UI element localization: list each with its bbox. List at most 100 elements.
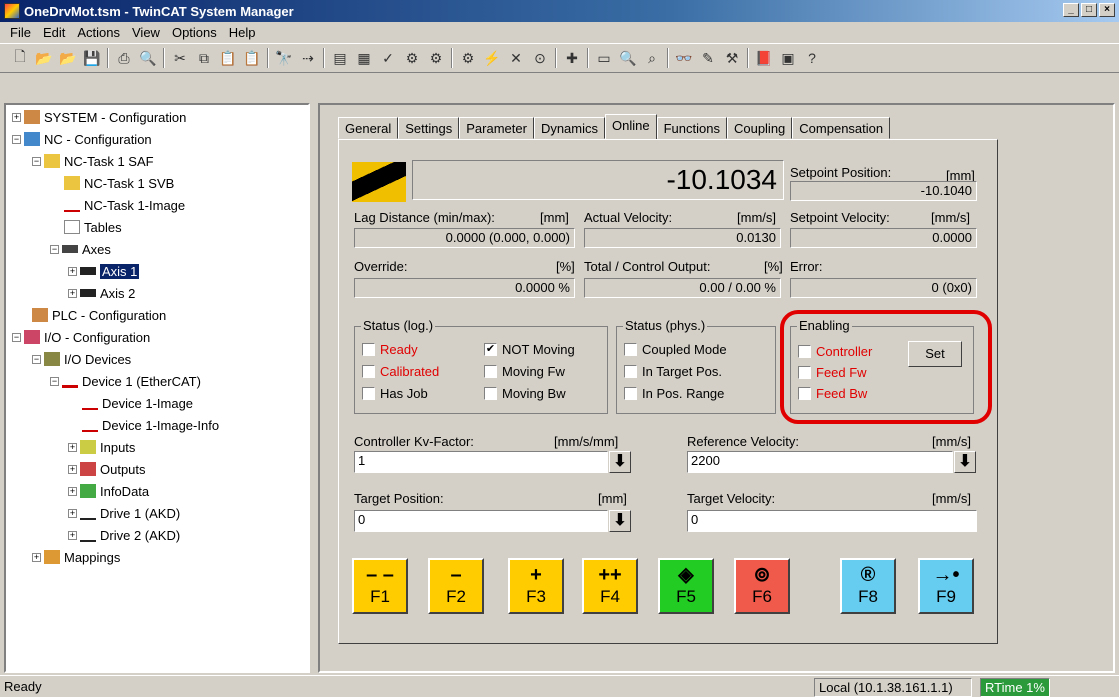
- tab-settings[interactable]: Settings: [398, 117, 460, 139]
- f4-jog-fast-forward-button[interactable]: ++ F4: [582, 558, 638, 614]
- find-next-icon[interactable]: ⇢: [297, 47, 319, 69]
- set-run-mode-icon[interactable]: ⚙: [401, 47, 423, 69]
- activate-configuration-icon[interactable]: ✓: [377, 47, 399, 69]
- cut-icon[interactable]: ✂: [169, 47, 191, 69]
- rtime-indicator: RTime 1%: [980, 678, 1050, 697]
- tree-item-infodata[interactable]: + InfoData: [68, 481, 149, 501]
- maximize-button[interactable]: □: [1081, 3, 1097, 17]
- open-folder-icon[interactable]: 📂: [33, 47, 55, 69]
- ref-velocity-download-icon[interactable]: ⬇: [954, 451, 976, 473]
- target-velocity-input[interactable]: 0: [687, 510, 977, 532]
- error-field: 0 (0x0): [790, 278, 977, 298]
- target-velocity-label: Target Velocity:: [687, 491, 776, 506]
- tab-online[interactable]: Online: [605, 114, 657, 139]
- in-pos-range-checkbox: In Pos. Range: [624, 386, 724, 401]
- tree-item-plc[interactable]: PLC - Configuration: [32, 305, 166, 325]
- menu-actions[interactable]: Actions: [71, 25, 126, 40]
- book-icon[interactable]: 📕: [753, 47, 775, 69]
- tree-item-axes[interactable]: − Axes: [50, 239, 111, 259]
- f3-jog-forward-button[interactable]: + F3: [508, 558, 564, 614]
- set-config-mode-icon[interactable]: ⚙: [425, 47, 447, 69]
- copy-icon[interactable]: ⧉: [193, 47, 215, 69]
- tree-item-nc[interactable]: − NC - Configuration: [12, 129, 152, 149]
- check-configuration-icon[interactable]: ▦: [353, 47, 375, 69]
- new-file-icon[interactable]: 🗋: [9, 47, 31, 69]
- open-remote-icon[interactable]: 📂: [57, 47, 79, 69]
- ref-velocity-input[interactable]: 2200: [687, 451, 953, 473]
- tree-item-drive-1[interactable]: + Drive 1 (AKD): [68, 503, 180, 523]
- f9-reference-button[interactable]: →• F9: [918, 558, 974, 614]
- ethercat-device-icon: [62, 374, 78, 388]
- override-field: 0.0000 %: [354, 278, 575, 298]
- tab-coupling[interactable]: Coupling: [726, 117, 793, 139]
- tree-item-axis-1[interactable]: + Axis 1: [68, 261, 140, 281]
- tree-item-device-1[interactable]: − Device 1 (EtherCAT): [50, 371, 201, 391]
- tree-item-io[interactable]: − I/O - Configuration: [12, 327, 150, 347]
- choose-target-icon[interactable]: ⚙: [457, 47, 479, 69]
- tree-item-axis-2[interactable]: + Axis 2: [68, 283, 135, 303]
- info-icon[interactable]: ▣: [777, 47, 799, 69]
- tree-item-device-1-image-info[interactable]: Device 1-Image-Info: [82, 415, 219, 435]
- tree-item-outputs[interactable]: + Outputs: [68, 459, 146, 479]
- paste-with-links-icon[interactable]: 📋: [241, 47, 263, 69]
- generate-mappings-icon[interactable]: ▤: [329, 47, 351, 69]
- menu-options[interactable]: Options: [166, 25, 223, 40]
- actual-position-display: -10.1034: [412, 160, 784, 200]
- f2-jog-backward-button[interactable]: – F2: [428, 558, 484, 614]
- tree-item-system[interactable]: + SYSTEM - Configuration: [12, 107, 186, 127]
- menu-edit[interactable]: Edit: [37, 25, 71, 40]
- tree-item-inputs[interactable]: + Inputs: [68, 437, 135, 457]
- free-run-icon[interactable]: ✕: [505, 47, 527, 69]
- tag-icon[interactable]: ✎: [697, 47, 719, 69]
- target-position-input[interactable]: 0: [354, 510, 608, 532]
- save-icon[interactable]: 💾: [81, 47, 103, 69]
- target-position-download-icon[interactable]: ⬇: [609, 510, 631, 532]
- help-icon[interactable]: ?: [801, 47, 823, 69]
- menu-view[interactable]: View: [126, 25, 166, 40]
- f5-start-button[interactable]: ◈ F5: [658, 558, 714, 614]
- tree-item-nc-task-svb[interactable]: NC-Task 1 SVB: [64, 173, 174, 193]
- axis-status-indicator: [352, 162, 406, 202]
- target-position-unit: [mm]: [598, 491, 627, 506]
- tree-item-nc-task-image[interactable]: NC-Task 1-Image: [64, 195, 185, 215]
- tree-item-nc-task-saf[interactable]: − NC-Task 1 SAF: [32, 151, 154, 171]
- zoom-icon[interactable]: 🔍: [617, 47, 639, 69]
- actual-velocity-field: 0.0130: [584, 228, 781, 248]
- f1-jog-fast-backward-button[interactable]: – – F1: [352, 558, 408, 614]
- add-item-icon[interactable]: ✚: [561, 47, 583, 69]
- f8-reset-button[interactable]: ® F8: [840, 558, 896, 614]
- close-button[interactable]: ×: [1099, 3, 1115, 17]
- tree-item-drive-2[interactable]: + Drive 2 (AKD): [68, 525, 180, 545]
- tree-item-mappings[interactable]: + Mappings: [32, 547, 120, 567]
- total-output-unit: [%]: [764, 259, 783, 274]
- f6-stop-button[interactable]: ⊚ F6: [734, 558, 790, 614]
- setpoint-velocity-label: Setpoint Velocity:: [790, 210, 890, 225]
- total-output-label: Total / Control Output:: [584, 259, 711, 274]
- menu-help[interactable]: Help: [223, 25, 262, 40]
- tab-compensation[interactable]: Compensation: [792, 117, 891, 139]
- menu-file[interactable]: File: [4, 25, 37, 40]
- glasses-icon[interactable]: 👓: [673, 47, 695, 69]
- find-icon[interactable]: 🔭: [273, 47, 295, 69]
- scan-devices-icon[interactable]: ⚡: [481, 47, 503, 69]
- show-online-data-icon[interactable]: ▭: [593, 47, 615, 69]
- tab-strip: General Settings Parameter Dynamics Onli…: [338, 114, 891, 139]
- tree-item-tables[interactable]: Tables: [64, 217, 122, 237]
- tab-general[interactable]: General: [338, 117, 399, 139]
- minimize-button[interactable]: _: [1063, 3, 1079, 17]
- tab-parameter[interactable]: Parameter: [459, 117, 534, 139]
- tree-item-io-devices[interactable]: − I/O Devices: [32, 349, 131, 369]
- force-icon[interactable]: ⚒: [721, 47, 743, 69]
- print-preview-icon[interactable]: 🔍: [137, 47, 159, 69]
- has-job-checkbox: Has Job: [362, 386, 428, 401]
- paste-icon[interactable]: 📋: [217, 47, 239, 69]
- tab-functions[interactable]: Functions: [656, 117, 727, 139]
- reload-devices-icon[interactable]: ⊙: [529, 47, 551, 69]
- kv-factor-input[interactable]: 1: [354, 451, 608, 473]
- lag-distance-unit: [mm]: [540, 210, 569, 225]
- print-icon[interactable]: ⎙: [113, 47, 135, 69]
- show-sub-items-icon[interactable]: ⌕: [641, 47, 663, 69]
- tree-item-device-1-image[interactable]: Device 1-Image: [82, 393, 193, 413]
- kv-factor-download-icon[interactable]: ⬇: [609, 451, 631, 473]
- tab-dynamics[interactable]: Dynamics: [533, 117, 606, 139]
